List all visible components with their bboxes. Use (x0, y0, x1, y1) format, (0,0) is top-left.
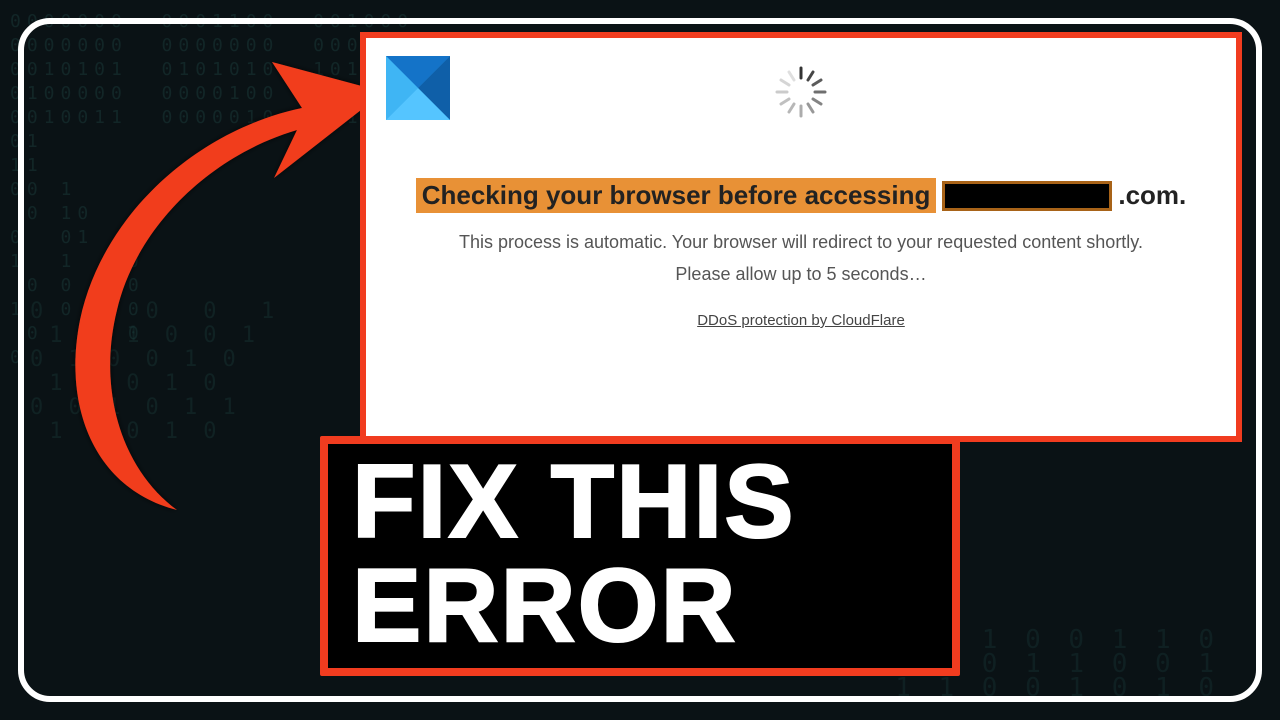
loading-spinner-icon (771, 62, 831, 122)
subtext-line1: This process is automatic. Your browser … (366, 226, 1236, 258)
headline-highlight: Checking your browser before accessing (416, 178, 937, 213)
thumbnail-title-banner: FIX THIS ERROR (320, 436, 960, 676)
subtext-line2: Please allow up to 5 seconds… (366, 258, 1236, 290)
redacted-domain (942, 181, 1112, 211)
thumbnail-title-text: FIX THIS ERROR (352, 450, 928, 658)
check-subtext: This process is automatic. Your browser … (366, 226, 1236, 290)
cloudflare-check-panel: Checking your browser before accessing .… (360, 32, 1242, 442)
ddos-protection-link[interactable]: DDoS protection by CloudFlare (366, 312, 1236, 329)
check-headline: Checking your browser before accessing .… (382, 178, 1220, 213)
windowsclub-logo-icon (386, 56, 450, 120)
headline-suffix: .com. (1118, 180, 1186, 211)
